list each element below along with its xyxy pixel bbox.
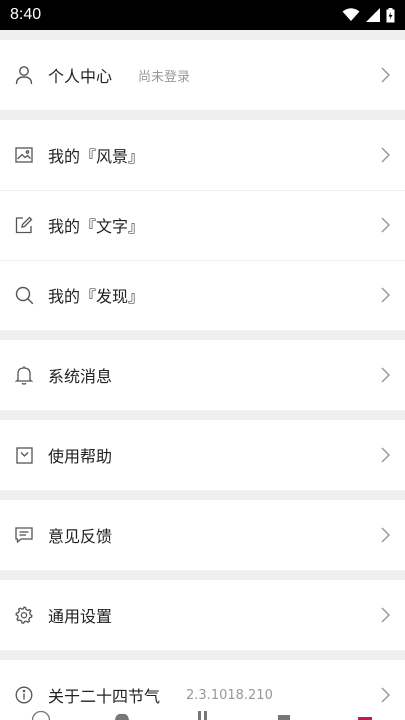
my-scenery-label: 我的『风景』 <box>48 147 145 166</box>
chevron-right-icon <box>379 286 391 304</box>
help-group: 使用帮助 <box>0 420 405 490</box>
chevron-right-icon <box>379 146 391 164</box>
chevron-right-icon <box>379 216 391 234</box>
about-label: 关于二十四节气 <box>48 687 161 706</box>
chevron-right-icon <box>379 366 391 384</box>
login-status: 尚未登录 <box>138 69 191 85</box>
chevron-right-icon <box>379 686 391 704</box>
chevron-right-icon <box>379 606 391 624</box>
my-scenery-row[interactable]: 我的『风景』 <box>0 120 405 190</box>
notifications-group: 系统消息 <box>0 340 405 410</box>
nav-cup-icon[interactable] <box>272 706 296 720</box>
feedback-group: 意见反馈 <box>0 500 405 570</box>
gear-icon <box>14 605 34 625</box>
system-messages-label: 系统消息 <box>48 367 113 386</box>
nav-cloud-icon[interactable] <box>110 706 134 720</box>
bell-icon <box>14 365 34 385</box>
bottom-navigation <box>0 706 405 720</box>
general-settings-label: 通用设置 <box>48 607 113 626</box>
message-icon <box>14 525 34 545</box>
status-icons <box>342 7 395 23</box>
profile-label: 个人中心 <box>48 67 113 86</box>
feedback-label: 意见反馈 <box>48 527 113 546</box>
signal-icon <box>366 8 380 22</box>
nav-more-icon[interactable] <box>353 706 377 720</box>
settings-list: 个人中心 尚未登录 我的『风景』 我的『文字』 我的『发现』 系统消息 使用帮助… <box>0 30 405 720</box>
status-time: 8:40 <box>10 6 42 23</box>
my-text-label: 我的『文字』 <box>48 217 145 236</box>
chevron-right-icon <box>379 446 391 464</box>
help-label: 使用帮助 <box>48 447 113 466</box>
status-bar: 8:40 <box>0 0 405 30</box>
info-icon <box>14 685 34 705</box>
system-messages-row[interactable]: 系统消息 <box>0 340 405 410</box>
wifi-icon <box>342 8 360 22</box>
app-version: 2.3.1018.210 <box>186 687 273 703</box>
battery-icon <box>386 7 395 23</box>
nav-book-icon[interactable] <box>191 706 215 720</box>
general-settings-row[interactable]: 通用设置 <box>0 580 405 650</box>
gallery-group: 我的『风景』 我的『文字』 我的『发现』 <box>0 120 405 330</box>
search-icon <box>14 285 34 305</box>
profile-group: 个人中心 尚未登录 <box>0 40 405 110</box>
feedback-row[interactable]: 意见反馈 <box>0 500 405 570</box>
chevron-right-icon <box>379 526 391 544</box>
profile-row[interactable]: 个人中心 尚未登录 <box>0 40 405 110</box>
edit-icon <box>14 215 34 235</box>
my-text-row[interactable]: 我的『文字』 <box>0 190 405 260</box>
chevron-right-icon <box>379 66 391 84</box>
nav-compass-icon[interactable] <box>29 706 53 720</box>
help-box-icon <box>14 445 34 465</box>
user-icon <box>14 65 34 85</box>
general-settings-group: 通用设置 <box>0 580 405 650</box>
help-row[interactable]: 使用帮助 <box>0 420 405 490</box>
my-discovery-label: 我的『发现』 <box>48 287 145 306</box>
image-icon <box>14 145 34 165</box>
my-discovery-row[interactable]: 我的『发现』 <box>0 260 405 330</box>
